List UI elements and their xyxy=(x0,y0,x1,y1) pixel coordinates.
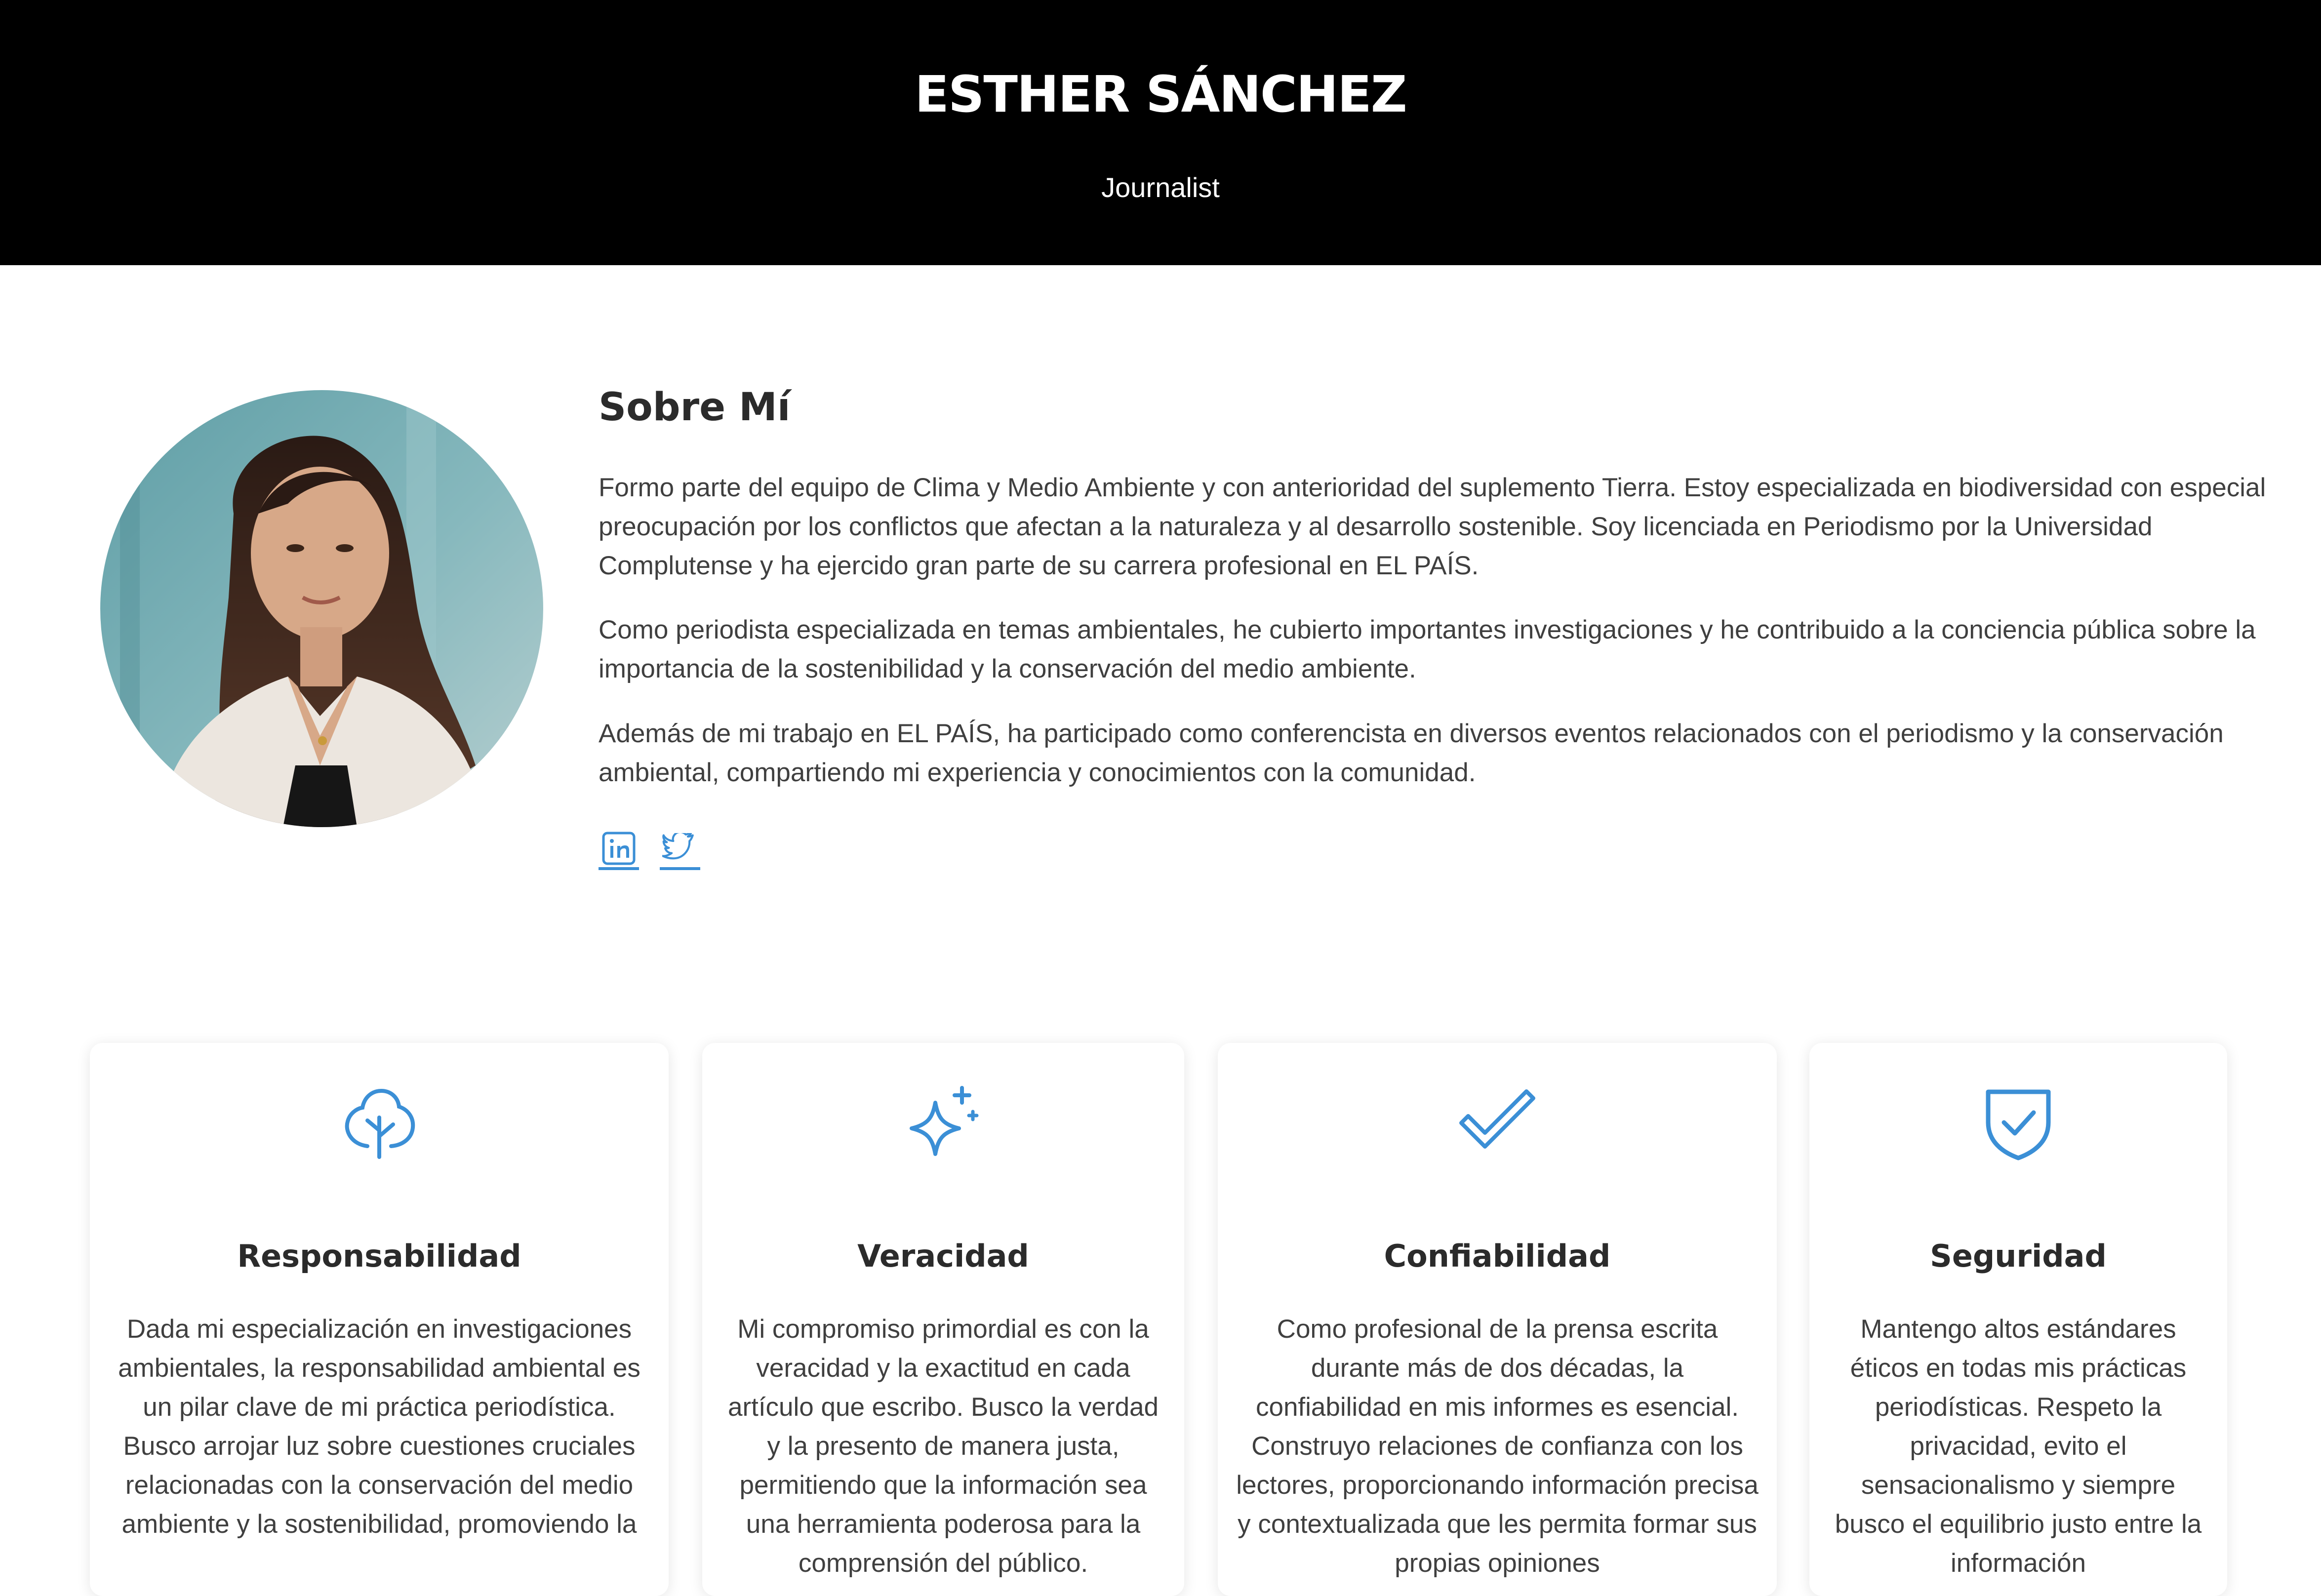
about-paragraph: Además de mi trabajo en EL PAÍS, ha part… xyxy=(599,719,2224,787)
linkedin-icon xyxy=(602,832,636,865)
author-role: Journalist xyxy=(1101,172,1220,203)
linkedin-link[interactable] xyxy=(599,830,639,870)
value-card-seguridad: Seguridad Mantengo altos estándares étic… xyxy=(1809,1043,2227,1596)
value-title: Responsabilidad xyxy=(237,1238,521,1274)
value-card-confiabilidad: Confiabilidad Como profesional de la pre… xyxy=(1218,1043,1777,1596)
tree-icon xyxy=(345,1088,415,1159)
about-paragraph: Formo parte del equipo de Clima y Medio … xyxy=(599,473,2266,580)
check-icon xyxy=(1459,1089,1535,1149)
value-text: Mantengo altos estándares éticos en toda… xyxy=(1835,1315,2202,1578)
avatar xyxy=(100,390,543,827)
author-name: ESTHER SÁNCHEZ xyxy=(915,65,1407,124)
value-text: Dada mi especialización en investigacion… xyxy=(118,1315,640,1539)
value-title: Confiabilidad xyxy=(1384,1238,1611,1274)
value-text: Como profesional de la prensa escrita du… xyxy=(1236,1315,1759,1578)
twitter-link[interactable] xyxy=(660,830,700,870)
value-card-veracidad: Veracidad Mi compromiso primordial es co… xyxy=(702,1043,1184,1596)
page-header: ESTHER SÁNCHEZ Journalist xyxy=(0,0,2321,265)
value-text: Mi compromiso primordial es con la verac… xyxy=(727,1315,1159,1578)
value-card-responsabilidad: Responsabilidad Dada mi especialización … xyxy=(90,1043,669,1596)
twitter-icon xyxy=(662,833,694,860)
shield-check-icon xyxy=(1986,1089,2051,1160)
sparkle-icon xyxy=(910,1086,979,1156)
about-title: Sobre Mí xyxy=(599,385,791,430)
value-title: Seguridad xyxy=(1930,1238,2107,1274)
about-paragraph: Como periodista especializada en temas a… xyxy=(599,615,2256,683)
value-title: Veracidad xyxy=(857,1238,1029,1274)
